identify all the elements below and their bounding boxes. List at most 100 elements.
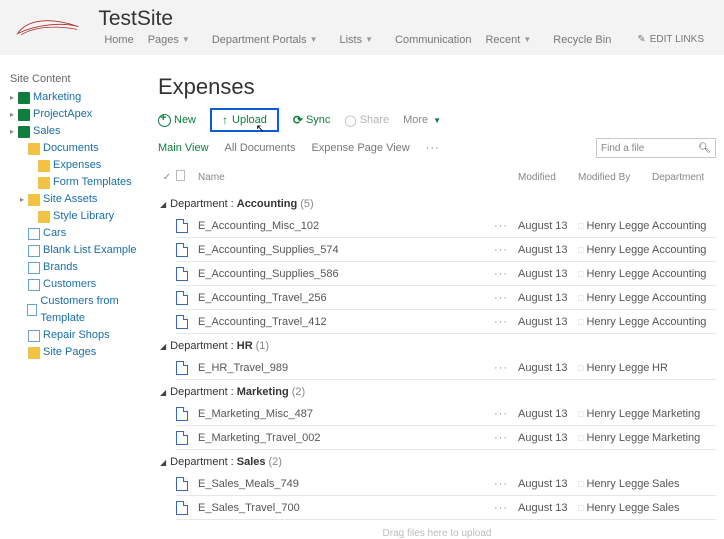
file-type-icon [176, 219, 194, 233]
modified-by[interactable]: □Henry Legge [578, 432, 652, 444]
row-ellipsis-menu[interactable]: ··· [494, 432, 518, 444]
group-header[interactable]: ◢Department : Sales (2) [158, 450, 716, 472]
col-type-icon [176, 170, 194, 184]
col-name[interactable]: Name [194, 172, 494, 183]
collapse-triangle-icon: ◢ [160, 388, 166, 397]
department-value: Accounting [652, 268, 716, 280]
modified-by[interactable]: □Henry Legge [578, 362, 652, 374]
more-label: More [403, 114, 428, 126]
presence-icon: □ [578, 221, 583, 231]
file-name[interactable]: E_Sales_Meals_749 [194, 478, 494, 490]
file-name[interactable]: E_Marketing_Travel_002 [194, 432, 494, 444]
file-type-icon [176, 407, 194, 421]
group-header[interactable]: ◢Department : Marketing (2) [158, 380, 716, 402]
col-department[interactable]: Department [652, 172, 716, 183]
modified-by[interactable]: □Henry Legge [578, 316, 652, 328]
file-name[interactable]: E_Accounting_Supplies_574 [194, 244, 494, 256]
search-box[interactable]: Find a file 🔍︎ [596, 138, 716, 158]
file-name[interactable]: E_Accounting_Supplies_586 [194, 268, 494, 280]
modified-date: August 13 [518, 408, 578, 420]
view-expense-page[interactable]: Expense Page View [311, 142, 409, 154]
view-all-documents[interactable]: All Documents [225, 142, 296, 154]
nav-item-home[interactable]: Home [98, 32, 139, 48]
modified-by[interactable]: □Henry Legge [578, 502, 652, 514]
nav-item-communication[interactable]: Communication [389, 32, 477, 48]
file-name[interactable]: E_Sales_Travel_700 [194, 502, 494, 514]
nav-item-department-portals[interactable]: Department Portals▼ [206, 32, 332, 48]
nav-item-pages[interactable]: Pages▼ [142, 32, 204, 48]
table-row[interactable]: E_Accounting_Supplies_586···August 13□He… [158, 262, 716, 285]
modified-by[interactable]: □Henry Legge [578, 478, 652, 490]
word-doc-icon [176, 431, 188, 445]
page-title: Expenses [158, 74, 716, 100]
row-ellipsis-menu[interactable]: ··· [494, 316, 518, 328]
group-header[interactable]: ◢Department : HR (1) [158, 334, 716, 356]
sync-button[interactable]: ⟳ Sync [293, 113, 331, 127]
word-doc-icon [176, 291, 188, 305]
modified-date: August 13 [518, 432, 578, 444]
department-value: Accounting [652, 220, 716, 232]
view-more-ellipsis[interactable]: ··· [426, 142, 440, 154]
file-name[interactable]: E_HR_Travel_989 [194, 362, 494, 374]
nav-item-recycle-bin[interactable]: Recycle Bin [547, 32, 617, 48]
department-value: Sales [652, 478, 716, 490]
modified-date: August 13 [518, 268, 578, 280]
search-icon[interactable]: 🔍︎ [698, 143, 711, 154]
site-title[interactable]: TestSite [98, 8, 710, 30]
row-ellipsis-menu[interactable]: ··· [494, 268, 518, 280]
row-ellipsis-menu[interactable]: ··· [494, 220, 518, 232]
table-row[interactable]: E_Accounting_Misc_102···August 13□Henry … [158, 214, 716, 237]
modified-by[interactable]: □Henry Legge [578, 220, 652, 232]
share-button[interactable]: ◯ Share [344, 114, 389, 127]
new-button[interactable]: New [158, 114, 196, 127]
col-modified-by[interactable]: Modified By [578, 172, 652, 183]
modified-date: August 13 [518, 244, 578, 256]
view-main[interactable]: Main View [158, 142, 209, 154]
department-value: Accounting [652, 316, 716, 328]
row-ellipsis-menu[interactable]: ··· [494, 292, 518, 304]
chevron-down-icon: ▼ [310, 35, 318, 44]
table-row[interactable]: E_Accounting_Travel_256···August 13□Henr… [158, 286, 716, 309]
file-name[interactable]: E_Accounting_Travel_412 [194, 316, 494, 328]
modified-date: August 13 [518, 478, 578, 490]
modified-by[interactable]: □Henry Legge [578, 292, 652, 304]
file-name[interactable]: E_Marketing_Misc_487 [194, 408, 494, 420]
table-row[interactable]: E_HR_Travel_989···August 13□Henry LeggeH… [158, 356, 716, 379]
table-row[interactable]: E_Sales_Meals_749···August 13□Henry Legg… [158, 472, 716, 495]
sync-label: Sync [306, 114, 330, 126]
row-ellipsis-menu[interactable]: ··· [494, 502, 518, 514]
file-name[interactable]: E_Accounting_Misc_102 [194, 220, 494, 232]
file-type-icon [176, 291, 194, 305]
word-doc-icon [176, 219, 188, 233]
file-name[interactable]: E_Accounting_Travel_256 [194, 292, 494, 304]
nav-item-recent[interactable]: Recent▼ [479, 32, 545, 48]
modified-by[interactable]: □Henry Legge [578, 268, 652, 280]
department-value: Accounting [652, 244, 716, 256]
nav-item-lists[interactable]: Lists▼ [334, 32, 388, 48]
col-modified[interactable]: Modified [518, 172, 578, 183]
modified-date: August 13 [518, 362, 578, 374]
col-select-all[interactable]: ✓ [158, 172, 176, 183]
row-ellipsis-menu[interactable]: ··· [494, 408, 518, 420]
upload-arrow-icon: ↑ [222, 113, 228, 127]
row-ellipsis-menu[interactable]: ··· [494, 478, 518, 490]
site-logo[interactable] [6, 10, 92, 46]
group-header[interactable]: ◢Department : Accounting (5) [158, 192, 716, 214]
more-button[interactable]: More ▼ [403, 114, 441, 126]
share-icon: ◯ [344, 114, 356, 127]
pencil-icon: ✎ [637, 34, 645, 45]
table-row[interactable]: E_Accounting_Supplies_574···August 13□He… [158, 238, 716, 261]
modified-by[interactable]: □Henry Legge [578, 244, 652, 256]
row-ellipsis-menu[interactable]: ··· [494, 244, 518, 256]
edit-links[interactable]: ✎ EDIT LINKS [631, 32, 710, 47]
chevron-down-icon: ▼ [365, 35, 373, 44]
table-row[interactable]: E_Sales_Travel_700···August 13□Henry Leg… [158, 496, 716, 519]
table-row[interactable]: E_Accounting_Travel_412···August 13□Henr… [158, 310, 716, 333]
table-row[interactable]: E_Marketing_Misc_487···August 13□Henry L… [158, 402, 716, 425]
row-ellipsis-menu[interactable]: ··· [494, 362, 518, 374]
word-doc-icon [176, 361, 188, 375]
table-row[interactable]: E_Marketing_Travel_002···August 13□Henry… [158, 426, 716, 449]
department-value: Sales [652, 502, 716, 514]
modified-by[interactable]: □Henry Legge [578, 408, 652, 420]
upload-button[interactable]: ↑ Upload ↖ [210, 108, 279, 132]
